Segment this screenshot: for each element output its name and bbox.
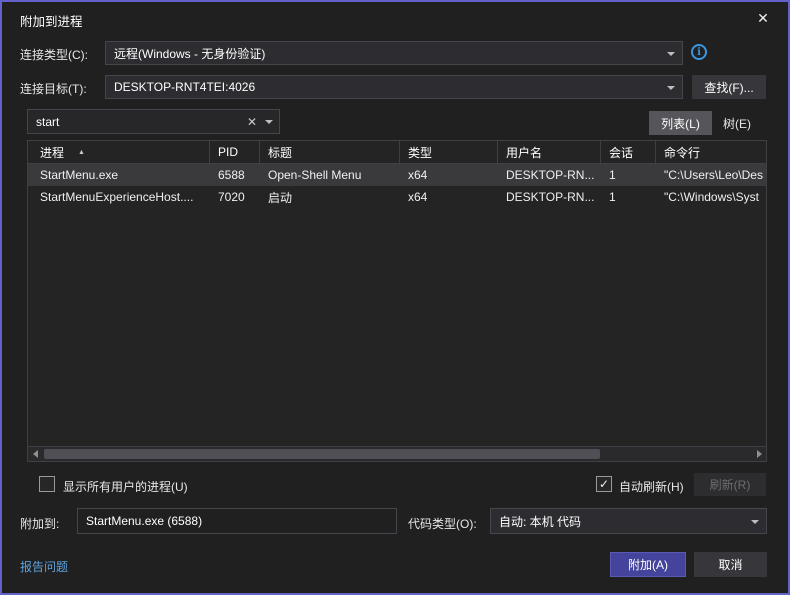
auto-refresh-label: 自动刷新(H): [619, 478, 684, 495]
auto-refresh-checkbox[interactable]: [596, 476, 612, 492]
chevron-down-icon: [667, 86, 675, 90]
table-row[interactable]: StartMenuExperienceHost.... 7020 启动 x64 …: [28, 186, 766, 208]
column-header-cmdline[interactable]: 命令行: [656, 141, 766, 163]
column-header-pid[interactable]: PID: [210, 141, 260, 163]
cell-type: x64: [400, 186, 498, 208]
column-header-title[interactable]: 标题: [260, 141, 400, 163]
refresh-button[interactable]: 刷新(R): [694, 473, 766, 496]
connection-type-combo[interactable]: 远程(Windows - 无身份验证): [105, 41, 683, 65]
connection-target-label: 连接目标(T):: [20, 80, 87, 97]
cell-pid: 7020: [210, 186, 260, 208]
column-header-session[interactable]: 会话: [601, 141, 656, 163]
cell-session: 1: [601, 164, 656, 186]
process-search-input[interactable]: start ✕: [27, 109, 280, 134]
info-icon[interactable]: i: [691, 44, 707, 60]
cell-process: StartMenuExperienceHost....: [28, 186, 210, 208]
connection-type-value: 远程(Windows - 无身份验证): [114, 45, 265, 62]
attach-to-field[interactable]: StartMenu.exe (6588): [77, 508, 397, 534]
close-icon[interactable]: ✕: [752, 8, 774, 28]
scroll-right-icon[interactable]: [752, 447, 766, 461]
chevron-down-icon[interactable]: [265, 120, 273, 124]
title-bar: 附加到进程 ✕: [2, 2, 788, 34]
table-header: 进程 ▲ PID 标题 类型 用户名 会话 命令行: [28, 141, 766, 164]
code-type-label: 代码类型(O):: [408, 515, 477, 532]
scroll-left-icon[interactable]: [28, 447, 42, 461]
column-header-process[interactable]: 进程 ▲: [28, 141, 210, 163]
connection-target-value: DESKTOP-RNT4TEI:4026: [114, 80, 255, 94]
cell-process: StartMenu.exe: [28, 164, 210, 186]
find-button[interactable]: 查找(F)...: [692, 75, 766, 99]
column-header-type[interactable]: 类型: [400, 141, 498, 163]
cell-user: DESKTOP-RN...: [498, 164, 601, 186]
cell-type: x64: [400, 164, 498, 186]
cell-title: Open-Shell Menu: [260, 164, 400, 186]
clear-search-icon[interactable]: ✕: [241, 115, 263, 129]
code-type-value: 自动: 本机 代码: [499, 513, 581, 530]
attach-to-value: StartMenu.exe (6588): [86, 514, 202, 528]
chevron-down-icon: [667, 52, 675, 56]
show-all-users-checkbox[interactable]: [39, 476, 55, 492]
table-row[interactable]: StartMenu.exe 6588 Open-Shell Menu x64 D…: [28, 164, 766, 186]
cell-cmdline: "C:\Users\Leo\Des: [656, 164, 766, 186]
report-problem-link[interactable]: 报告问题: [20, 558, 68, 575]
process-table: 进程 ▲ PID 标题 类型 用户名 会话 命令行 StartMenu.exe …: [27, 140, 767, 462]
view-list-button[interactable]: 列表(L): [649, 111, 712, 135]
attach-button[interactable]: 附加(A): [610, 552, 686, 577]
chevron-down-icon: [751, 520, 759, 524]
view-tree-button[interactable]: 树(E): [712, 111, 762, 135]
dialog-title: 附加到进程: [20, 11, 83, 30]
code-type-combo[interactable]: 自动: 本机 代码: [490, 508, 767, 534]
horizontal-scrollbar[interactable]: [28, 446, 766, 461]
attach-to-label: 附加到:: [20, 515, 59, 532]
cancel-button[interactable]: 取消: [694, 552, 767, 577]
connection-type-label: 连接类型(C):: [20, 46, 88, 63]
cell-title: 启动: [260, 186, 400, 208]
cell-session: 1: [601, 186, 656, 208]
cell-user: DESKTOP-RN...: [498, 186, 601, 208]
search-value: start: [36, 115, 241, 129]
sort-ascending-icon: ▲: [78, 149, 85, 156]
scrollbar-track[interactable]: [42, 447, 752, 461]
show-all-users-label: 显示所有用户的进程(U): [63, 478, 188, 495]
cell-cmdline: "C:\Windows\Syst: [656, 186, 766, 208]
cell-pid: 6588: [210, 164, 260, 186]
attach-to-process-dialog: 附加到进程 ✕ 连接类型(C): 远程(Windows - 无身份验证) i 连…: [0, 0, 790, 595]
scrollbar-thumb[interactable]: [44, 449, 600, 459]
column-header-user[interactable]: 用户名: [498, 141, 601, 163]
connection-target-combo[interactable]: DESKTOP-RNT4TEI:4026: [105, 75, 683, 99]
